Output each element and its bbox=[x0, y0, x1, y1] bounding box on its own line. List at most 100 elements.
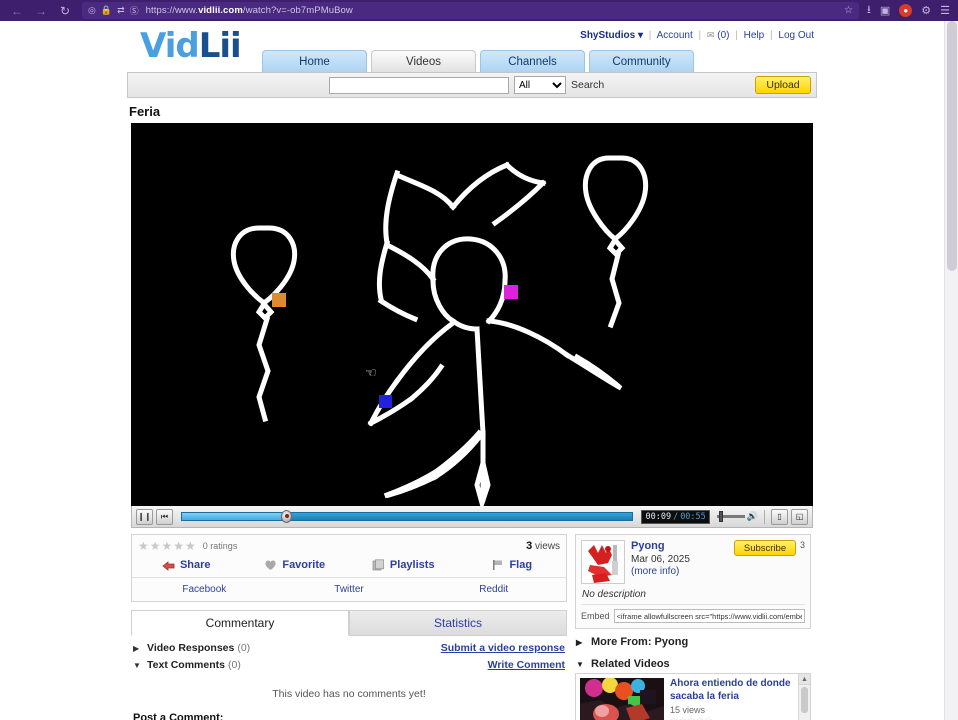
video-stage[interactable]: ☜ bbox=[131, 123, 813, 506]
search-button[interactable]: Search bbox=[571, 79, 604, 91]
lock-icon[interactable]: 🔒 bbox=[101, 5, 112, 16]
related-video-title[interactable]: Ahora entiendo de donde sacaba la feria bbox=[670, 678, 806, 703]
seek-bar[interactable] bbox=[181, 510, 634, 523]
shield-icon[interactable]: ◎ bbox=[88, 5, 96, 16]
text-comments-row: ▼ Text Comments (0) Write Comment bbox=[133, 659, 565, 671]
uploader-info: Pyong Mar 06, 2025 (more info) bbox=[631, 540, 728, 584]
favorite-button[interactable]: Favorite bbox=[241, 559, 350, 571]
duration: 00:55 bbox=[680, 511, 706, 522]
post-comment-label: Post a Comment: bbox=[133, 712, 224, 720]
video-responses-count: (0) bbox=[237, 642, 251, 654]
magenta-dot bbox=[504, 285, 518, 299]
share-reddit-link[interactable]: Reddit bbox=[421, 584, 566, 595]
related-scrollbar[interactable]: ▲ bbox=[798, 674, 810, 720]
uploader-name[interactable]: Pyong bbox=[631, 540, 728, 554]
chevron-down-icon[interactable]: ▼ bbox=[133, 661, 142, 670]
extensions-icon[interactable]: ⚙ bbox=[921, 4, 931, 17]
bookmark-star-icon[interactable]: ☆ bbox=[844, 5, 853, 16]
text-comments-label: Text Comments bbox=[147, 659, 225, 671]
tab-commentary[interactable]: Commentary bbox=[131, 610, 349, 636]
share-facebook-link[interactable]: Facebook bbox=[132, 584, 277, 595]
playlist-icon bbox=[372, 559, 385, 571]
share-button[interactable]: Share bbox=[132, 559, 241, 571]
more-from-label: More From: Pyong bbox=[591, 636, 689, 648]
volume-track[interactable] bbox=[716, 511, 745, 522]
account-username[interactable]: ShyStudios ▾ bbox=[580, 30, 643, 41]
submit-video-response-link[interactable]: Submit a video response bbox=[441, 642, 565, 654]
vidlii-logo[interactable]: VidLii bbox=[140, 29, 242, 63]
sidebar-icon[interactable]: ▣ bbox=[880, 4, 890, 17]
theater-mode-button[interactable]: ▯ bbox=[771, 508, 788, 525]
list-item[interactable]: 0:24 Ahora entiendo de donde sacaba la f… bbox=[576, 674, 810, 720]
chevron-right-icon[interactable]: ▶ bbox=[133, 644, 142, 653]
scroll-thumb[interactable] bbox=[801, 687, 808, 713]
url-bar-icons: ◎ 🔒 ⇄ Ⓢ bbox=[88, 4, 139, 17]
tracking-protection-icon[interactable]: ⇄ bbox=[117, 5, 125, 16]
related-video-thumbnail[interactable]: 0:24 bbox=[580, 678, 664, 720]
hamburger-menu-icon[interactable]: ☰ bbox=[940, 4, 950, 17]
video-responses-label: Video Responses bbox=[147, 642, 235, 654]
rating-stars[interactable]: ★★★★★ bbox=[138, 539, 197, 553]
nav-tab-community[interactable]: Community bbox=[589, 50, 694, 72]
reload-icon[interactable]: ↻ bbox=[54, 2, 76, 20]
previous-track-button[interactable]: ⏮ bbox=[156, 508, 173, 525]
write-comment-link[interactable]: Write Comment bbox=[488, 659, 565, 671]
avatar[interactable] bbox=[581, 540, 625, 584]
comment-area: ▶ Video Responses (0) Submit a video res… bbox=[131, 636, 567, 720]
forward-arrow-icon[interactable]: → bbox=[30, 2, 52, 20]
flag-label: Flag bbox=[509, 559, 533, 571]
page-scroll-thumb[interactable] bbox=[947, 21, 957, 271]
logout-link[interactable]: Log Out bbox=[778, 30, 814, 41]
video-frame-artwork bbox=[131, 123, 813, 506]
fullscreen-button[interactable]: ◱ bbox=[791, 508, 808, 525]
video-responses-row: ▶ Video Responses (0) Submit a video res… bbox=[133, 642, 565, 654]
more-info-link[interactable]: (more info) bbox=[631, 566, 728, 579]
subscribe-area: Subscribe 3 bbox=[733, 540, 805, 584]
back-arrow-icon[interactable]: ← bbox=[6, 2, 28, 20]
speaker-icon[interactable]: 🔊 bbox=[747, 511, 758, 522]
volume-slider[interactable]: 🔊 bbox=[716, 511, 758, 522]
account-icon[interactable]: ● bbox=[899, 4, 913, 17]
browser-right-icons: ⭳ ▣ ● ⚙ ☰ bbox=[867, 1, 958, 20]
pause-button[interactable]: ❙❙ bbox=[136, 508, 153, 525]
flag-button[interactable]: Flag bbox=[458, 559, 567, 571]
volume-handle[interactable] bbox=[718, 511, 723, 522]
scroll-up-icon[interactable]: ▲ bbox=[799, 674, 810, 685]
view-count-number: 3 bbox=[526, 540, 533, 552]
search-filter-select[interactable]: All bbox=[514, 76, 566, 94]
commentary-tabs: Commentary Statistics bbox=[131, 610, 567, 636]
page-scrollbar[interactable] bbox=[944, 21, 958, 720]
embed-input[interactable] bbox=[613, 609, 805, 623]
left-column: ★★★★★ 0 ratings 3 views Share Favorite P… bbox=[131, 534, 567, 720]
related-video-views: 15 views bbox=[670, 705, 706, 715]
more-from-header[interactable]: ▶ More From: Pyong bbox=[575, 629, 811, 651]
upload-button[interactable]: Upload bbox=[755, 76, 811, 94]
account-link[interactable]: Account bbox=[657, 30, 693, 41]
nav-tab-home[interactable]: Home bbox=[262, 50, 367, 72]
heart-icon bbox=[264, 559, 277, 571]
page-viewport: VidLii ShyStudios ▾ | Account | ✉ (0) | … bbox=[0, 21, 958, 720]
action-row: Share Favorite Playlists Flag bbox=[132, 555, 566, 578]
help-link[interactable]: Help bbox=[744, 30, 765, 41]
envelope-icon[interactable]: ✉ bbox=[707, 30, 715, 40]
chevron-down-icon: ▼ bbox=[576, 659, 584, 669]
share-twitter-link[interactable]: Twitter bbox=[277, 584, 422, 595]
related-video-info: Ahora entiendo de donde sacaba la feria … bbox=[670, 678, 806, 720]
url-bar[interactable]: ◎ 🔒 ⇄ Ⓢ https://www.vidlii.com/watch?v=-… bbox=[82, 2, 859, 19]
download-icon[interactable]: ⭳ bbox=[867, 1, 871, 20]
browser-toolbar: ← → ↻ ◎ 🔒 ⇄ Ⓢ https://www.vidlii.com/wat… bbox=[0, 0, 958, 21]
nav-tab-videos[interactable]: Videos bbox=[371, 50, 476, 72]
inbox-count[interactable]: (0) bbox=[717, 30, 729, 41]
subscribe-button[interactable]: Subscribe bbox=[733, 540, 796, 556]
url-domain: vidlii.com bbox=[198, 5, 243, 16]
permissions-icon[interactable]: Ⓢ bbox=[130, 4, 139, 17]
uploader-top: Pyong Mar 06, 2025 (more info) Subscribe… bbox=[581, 540, 805, 584]
tab-statistics[interactable]: Statistics bbox=[349, 610, 567, 636]
seek-handle[interactable] bbox=[281, 510, 293, 523]
divider: | bbox=[735, 30, 738, 41]
search-input[interactable] bbox=[329, 76, 509, 94]
browser-nav-buttons: ← → ↻ bbox=[0, 2, 76, 20]
playlists-button[interactable]: Playlists bbox=[349, 559, 458, 571]
related-videos-header[interactable]: ▼ Related Videos bbox=[575, 651, 811, 673]
nav-tab-channels[interactable]: Channels bbox=[480, 50, 585, 72]
